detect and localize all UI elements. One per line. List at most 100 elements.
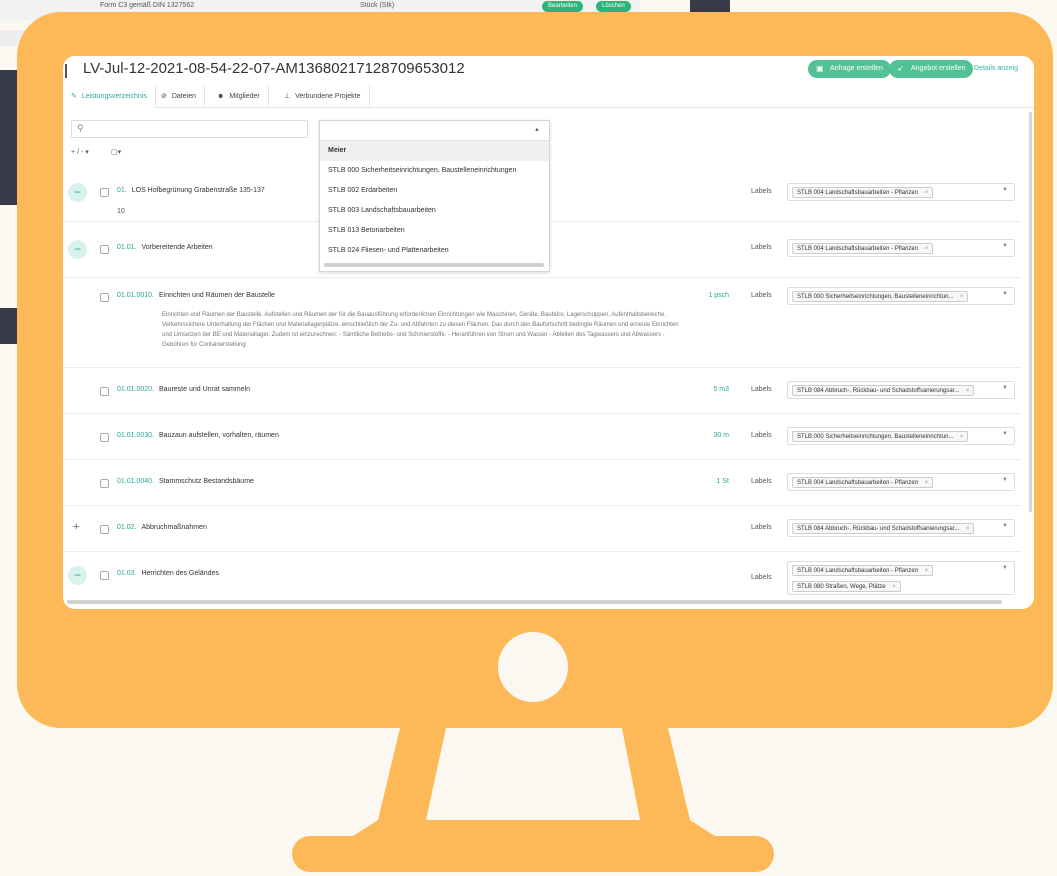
dropdown-input[interactable]: ▲: [320, 121, 549, 141]
row-number: 01.01.0020.: [117, 386, 154, 393]
labels-select[interactable]: STLB 000 Sicherheitseinrichtungen, Baust…: [787, 427, 1015, 445]
table-row: 01.01.0030. Bauzaun aufstellen, vorhalten…: [63, 414, 1021, 460]
remove-tag-icon[interactable]: ×: [925, 478, 929, 488]
label-tag: STLB 004 Landschaftsbauarbeiten - Pflanz…: [792, 565, 934, 576]
tab-label: Verbundene Projekte: [295, 93, 361, 100]
row-quantity: 1 St: [716, 478, 729, 485]
remove-tag-icon[interactable]: ×: [966, 386, 970, 396]
row-title-text: Abbruchmaßnahmen: [141, 524, 207, 531]
row-checkbox[interactable]: [100, 245, 109, 254]
create-offer-button[interactable]: ➶ Angebot erstellen: [889, 60, 974, 78]
tab-dateien[interactable]: ⊘ Dateien: [153, 86, 206, 108]
dropdown-option[interactable]: STLB 002 Erdarbeiten: [320, 181, 549, 201]
labels-caption: Labels: [751, 432, 772, 439]
label-tag-text: STLB 004 Landschaftsbauarbeiten - Pflanz…: [797, 190, 919, 196]
table-row: 01.01.0020. Baureste und Unrat sammeln 5 …: [63, 368, 1021, 414]
label-tag: STLB 084 Abbruch-, Rückbau- und Schadsto…: [792, 523, 975, 534]
search-input[interactable]: [90, 122, 300, 136]
labels-select[interactable]: STLB 004 Landschaftsbauarbeiten - Pflanz…: [787, 183, 1015, 201]
row-checkbox[interactable]: [100, 479, 109, 488]
row-checkbox[interactable]: [100, 433, 109, 442]
vertical-scrollbar[interactable]: [1029, 112, 1032, 512]
row-subvalue: 10: [117, 208, 125, 215]
row-checkbox[interactable]: [100, 188, 109, 197]
create-request-button[interactable]: ▣ Anfrage erstellen: [808, 60, 891, 78]
row-checkbox[interactable]: [100, 525, 109, 534]
row-title-text: LOS Hofbegrünung Grabenstraße 135-137: [131, 187, 265, 194]
label-tag: STLB 080 Straßen, Wege, Plätze ×: [792, 581, 901, 592]
labels-select[interactable]: STLB 004 Landschaftsbauarbeiten - Pflanz…: [787, 561, 1015, 595]
tab-label: Mitglieder: [229, 93, 260, 100]
remove-tag-icon[interactable]: ×: [925, 188, 929, 198]
label-tag-text: STLB 004 Landschaftsbauarbeiten - Pflanz…: [797, 246, 919, 252]
tab-verbundene-projekte[interactable]: ⊥ Verbundene Projekte: [276, 86, 370, 108]
remove-tag-icon[interactable]: ×: [892, 582, 896, 592]
row-number: 01.01.: [117, 244, 137, 251]
expand-icon[interactable]: +: [73, 521, 79, 533]
row-title[interactable]: 01. LOS Hofbegrünung Grabenstraße 135-137: [117, 187, 265, 194]
row-checkbox[interactable]: [100, 293, 109, 302]
select-all-toggle[interactable]: ▢▾: [111, 148, 121, 156]
dropdown-option[interactable]: STLB 000 Sicherheitseinrichtungen, Baust…: [320, 161, 549, 181]
create-request-label: Anfrage erstellen: [830, 65, 883, 72]
dropdown-scrollbar[interactable]: [324, 263, 544, 267]
table-row: 01.01.0040. Stammschutz Bestandsbäume 1 S…: [63, 460, 1021, 506]
tab-leistungsverzeichnis[interactable]: ✎ Leistungsverzeichnis: [63, 86, 156, 108]
row-title-text: Einrichten und Räumen der Baustelle: [158, 292, 275, 299]
dropdown-option[interactable]: STLB 003 Landschaftsbauarbeiten: [320, 201, 549, 221]
monitor: LV-Jul-12-2021-08-54-22-07-AM13680217128…: [17, 12, 1053, 728]
labels-select[interactable]: STLB 084 Abbruch-, Rückbau- und Schadsto…: [787, 519, 1015, 537]
chevron-down-icon: ▼: [1002, 477, 1008, 483]
chevron-down-icon: ▼: [1002, 523, 1008, 529]
label-tag: STLB 000 Sicherheitseinrichtungen, Baust…: [792, 291, 969, 302]
remove-tag-icon[interactable]: ×: [966, 524, 970, 534]
row-title-text: Herrichten des Geländes: [141, 570, 219, 577]
labels-select[interactable]: STLB 084 Abbruch-, Rückbau- und Schadsto…: [787, 381, 1015, 399]
row-title[interactable]: 01.01.0020. Baureste und Unrat sammeln: [117, 386, 250, 393]
tab-bar: ✎ Leistungsverzeichnis ⊘ Dateien ☻ Mitglied…: [63, 86, 1034, 108]
label-tag-text: STLB 084 Abbruch-, Rückbau- und Schadsto…: [797, 526, 960, 532]
table-row: + 01.02. Abbruchmaßnahmen Labels STLB 084…: [63, 506, 1021, 552]
file-icon: ▣: [816, 64, 824, 73]
dropdown-option[interactable]: STLB 013 Betonarbeiten: [320, 221, 549, 241]
label-tag: STLB 084 Abbruch-, Rückbau- und Schadsto…: [792, 385, 975, 396]
search-icon: ⚲: [77, 123, 84, 133]
expand-collapse-toggle[interactable]: + / - ▾: [71, 148, 89, 156]
row-title[interactable]: 01.02. Abbruchmaßnahmen: [117, 524, 207, 531]
row-title[interactable]: 01.01.0040. Stammschutz Bestandsbäume: [117, 478, 254, 485]
label-tag: STLB 004 Landschaftsbauarbeiten - Pflanz…: [792, 187, 934, 198]
labels-select[interactable]: STLB 000 Sicherheitseinrichtungen, Baust…: [787, 287, 1015, 305]
label-filter-dropdown[interactable]: ▲ Meier STLB 000 Sicherheitseinrichtunge…: [319, 120, 550, 272]
labels-select[interactable]: STLB 004 Landschaftsbauarbeiten - Pflanz…: [787, 473, 1015, 491]
page-title: LV-Jul-12-2021-08-54-22-07-AM13680217128…: [83, 60, 465, 77]
row-title[interactable]: 01.01. Vorbereitende Arbeiten: [117, 244, 213, 251]
dropdown-option[interactable]: STLB 024 Fliesen- und Plattenarbeiten: [320, 241, 549, 261]
collapse-icon[interactable]: −: [68, 240, 87, 259]
remove-tag-icon[interactable]: ×: [925, 244, 929, 254]
row-title[interactable]: 01.01.0010. Einrichten und Räumen der Bau…: [117, 292, 275, 299]
row-title[interactable]: 01.03. Herrichten des Geländes: [117, 570, 219, 577]
labels-caption: Labels: [751, 292, 772, 299]
row-number: 01.: [117, 187, 127, 194]
chevron-down-icon: ▼: [1002, 565, 1008, 571]
chevron-down-icon: ▼: [1002, 187, 1008, 193]
row-title-text: Vorbereitende Arbeiten: [141, 244, 213, 251]
collapse-icon[interactable]: −: [68, 183, 87, 202]
row-title-text: Baureste und Unrat sammeln: [158, 386, 251, 393]
row-title[interactable]: 01.01.0030. Bauzaun aufstellen, vorhalten…: [117, 432, 279, 439]
collapse-icon[interactable]: −: [68, 566, 87, 585]
horizontal-scrollbar[interactable]: [67, 600, 1002, 604]
remove-tag-icon[interactable]: ×: [960, 292, 964, 302]
labels-select[interactable]: STLB 004 Landschaftsbauarbeiten - Pflanz…: [787, 239, 1015, 257]
row-checkbox[interactable]: [100, 387, 109, 396]
remove-tag-icon[interactable]: ×: [925, 566, 929, 576]
row-quantity: 1 psch: [708, 292, 729, 299]
remove-tag-icon[interactable]: ×: [960, 432, 964, 442]
details-link[interactable]: Details anzeig: [974, 60, 1018, 78]
dropdown-option[interactable]: Meier: [320, 141, 549, 161]
row-checkbox[interactable]: [100, 571, 109, 580]
users-icon: ☻: [217, 93, 225, 100]
expand-toggle-label: + / -: [71, 149, 84, 156]
tab-mitglieder[interactable]: ☻ Mitglieder: [209, 86, 269, 108]
search-field[interactable]: ⚲: [71, 120, 308, 138]
